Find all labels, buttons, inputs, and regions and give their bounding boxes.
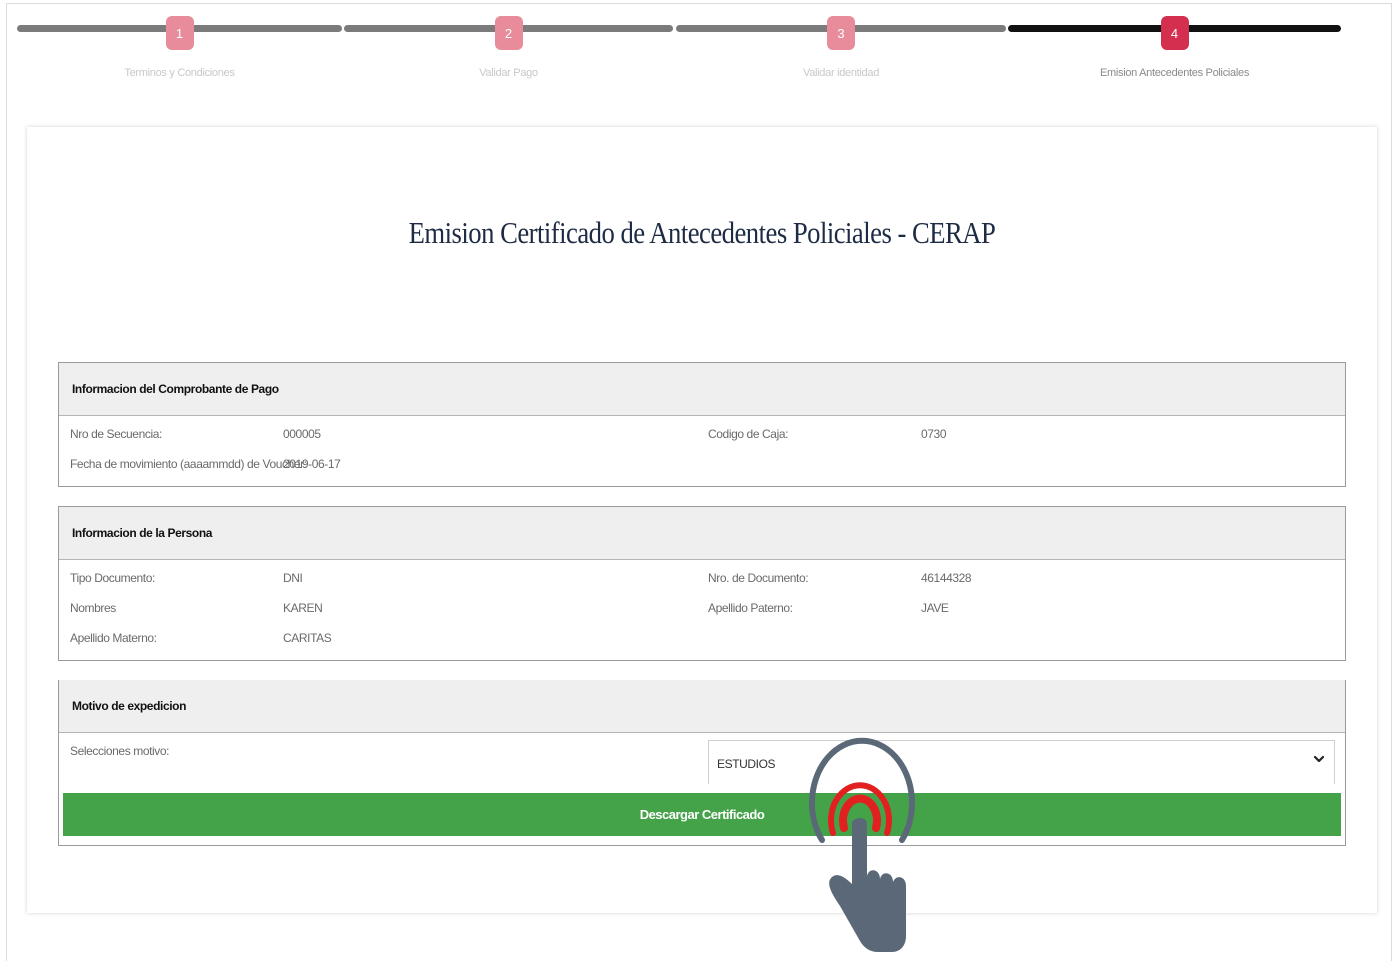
- step-2: 2 Validar Pago: [344, 16, 673, 86]
- field-label: Nro. de Documento:: [708, 571, 809, 585]
- step-label: Validar identidad: [802, 67, 880, 79]
- select-value: ESTUDIOS: [717, 757, 776, 771]
- field-value: 2019-06-17: [283, 457, 341, 471]
- reason-panel: Motivo de expedicion Selecciones motivo:…: [58, 680, 1346, 846]
- panel-header: Motivo de expedicion: [59, 680, 1345, 733]
- field-value: JAVE: [921, 601, 949, 615]
- panel-header: Informacion de la Persona: [59, 507, 1345, 560]
- step-3: 3 Validar identidad: [676, 16, 1006, 86]
- field-value: 46144328: [921, 571, 972, 585]
- step-badge: 4: [1160, 16, 1189, 50]
- page-title: Emision Certificado de Antecedentes Poli…: [408, 215, 996, 250]
- step-badge: 1: [165, 16, 194, 50]
- step-label: Terminos y Condiciones: [124, 67, 235, 79]
- field-label: Apellido Materno:: [70, 631, 157, 645]
- field-value: CARITAS: [283, 631, 332, 645]
- payment-info-panel: Informacion del Comprobante de Pago Nro …: [58, 362, 1346, 487]
- step-1: 1 Terminos y Condiciones: [17, 16, 342, 86]
- field-label: Tipo Documento:: [70, 571, 155, 585]
- step-label: Validar Pago: [479, 67, 538, 79]
- chevron-down-icon: [1313, 755, 1325, 763]
- step-4: 4 Emision Antecedentes Policiales: [1008, 16, 1341, 86]
- field-label: Apellido Paterno:: [708, 601, 793, 615]
- field-value: 000005: [283, 427, 321, 441]
- step-label: Emision Antecedentes Policiales: [1099, 67, 1250, 79]
- download-certificate-button[interactable]: Descargar Certificado: [63, 793, 1341, 836]
- field-value: DNI: [283, 571, 303, 585]
- progress-stepper: 1 Terminos y Condiciones 2 Validar Pago …: [17, 16, 1341, 86]
- field-value: 0730: [921, 427, 947, 441]
- step-badge: 3: [827, 16, 855, 50]
- field-value: KAREN: [283, 601, 323, 615]
- person-info-panel: Informacion de la Persona Tipo Documento…: [58, 506, 1346, 661]
- step-badge: 2: [494, 16, 523, 50]
- main-card: Emision Certificado de Antecedentes Poli…: [27, 127, 1377, 913]
- field-label: Nro de Secuencia:: [70, 427, 162, 441]
- panel-header: Informacion del Comprobante de Pago: [59, 363, 1345, 416]
- field-label: Nombres: [70, 601, 116, 615]
- field-label: Selecciones motivo:: [70, 744, 170, 758]
- field-label: Codigo de Caja:: [708, 427, 789, 441]
- tap-hand-icon: [809, 737, 915, 952]
- field-label: Fecha de movimiento (aaaammdd) de Vouche…: [70, 457, 307, 471]
